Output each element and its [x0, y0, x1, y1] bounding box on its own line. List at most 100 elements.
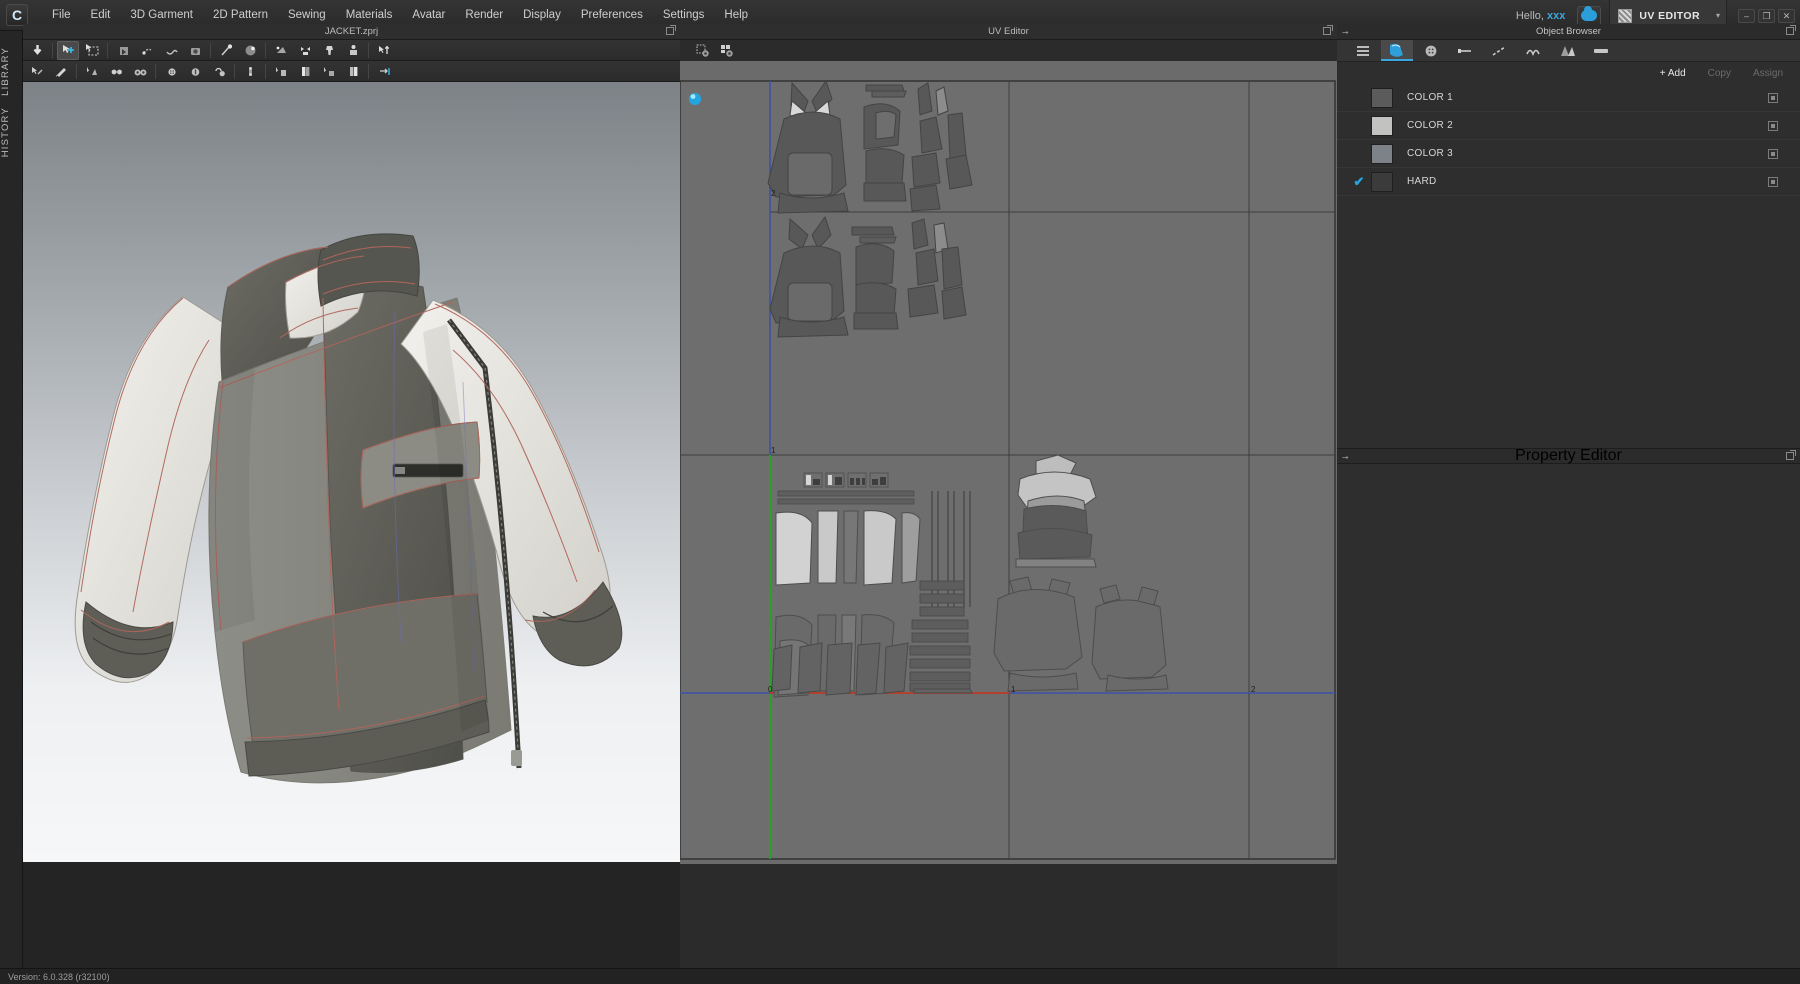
cloud-sync-button[interactable] [1577, 5, 1602, 26]
list-item[interactable]: COLOR 1 [1337, 84, 1800, 112]
color-swatch[interactable] [1371, 87, 1393, 108]
left-vertical-tabstrip: LIBRARY HISTORY [0, 31, 23, 984]
menu-item-display[interactable]: Display [513, 4, 571, 26]
clo3d-application-window: C File Edit 3D Garment 2D Pattern Sewing… [0, 0, 1800, 984]
chevron-down-icon[interactable]: ▾ [1716, 11, 1720, 20]
snap-icon[interactable] [239, 62, 261, 81]
tack-icon[interactable] [160, 41, 182, 60]
zipper-icon[interactable] [208, 62, 230, 81]
right-dock: ➞ Object Browser + Add Copy Assign COLOR… [1337, 24, 1800, 984]
select-mesh-icon[interactable] [26, 41, 48, 60]
close-button[interactable]: ✕ [1778, 8, 1795, 23]
button-icon[interactable] [160, 62, 182, 81]
menu-item-render[interactable]: Render [455, 4, 513, 26]
minimize-button[interactable]: – [1738, 8, 1755, 23]
fold-arrange-icon[interactable] [112, 41, 134, 60]
toolbar-separator [210, 42, 211, 58]
float-panel-icon[interactable] [1786, 25, 1796, 35]
mirror-icon[interactable] [373, 41, 395, 60]
toolbar-separator [368, 63, 369, 79]
menu-item-2d-pattern[interactable]: 2D Pattern [203, 4, 278, 26]
maximize-button[interactable]: ❐ [1758, 8, 1775, 23]
binoculars-icon[interactable] [129, 62, 151, 81]
row-options-icon[interactable] [1768, 120, 1778, 131]
symmetric-pattern-icon[interactable] [294, 41, 316, 60]
assign-material-button[interactable]: Assign [1744, 65, 1792, 82]
sphere-brush-icon[interactable] [239, 41, 261, 60]
menu-item-3d-garment[interactable]: 3D Garment [120, 4, 203, 26]
list-item[interactable]: ✔ HARD [1337, 168, 1800, 196]
gizmo-pin-icon[interactable] [215, 41, 237, 60]
trim-icon[interactable] [184, 41, 206, 60]
menu-item-avatar[interactable]: Avatar [402, 4, 455, 26]
copy-material-button[interactable]: Copy [1699, 65, 1740, 82]
topstitch-tab[interactable] [1483, 40, 1515, 61]
texture-icon[interactable] [318, 62, 340, 81]
toolbar-separator [76, 63, 77, 79]
avatar-icon[interactable] [342, 41, 364, 60]
color-swatch[interactable] [1371, 143, 1393, 164]
menu-item-help[interactable]: Help [714, 4, 758, 26]
material-name: HARD [1407, 176, 1437, 187]
graphic-place-icon[interactable] [294, 62, 316, 81]
fabric-tab[interactable] [1381, 40, 1413, 61]
uv-canvas[interactable]: 2 1 0 1 2 [680, 61, 1337, 864]
list-view-tab[interactable] [1347, 40, 1379, 61]
color-swatch[interactable] [1371, 171, 1393, 192]
button-tab[interactable] [1415, 40, 1447, 61]
row-options-icon[interactable] [1768, 148, 1778, 159]
menu-item-preferences[interactable]: Preferences [571, 4, 653, 26]
add-material-button[interactable]: + Add [1651, 65, 1695, 82]
color-swatch[interactable] [1371, 115, 1393, 136]
3d-viewport[interactable] [23, 82, 680, 862]
select-box-icon[interactable] [81, 41, 103, 60]
document-tab-title[interactable]: JACKET.zprj [325, 26, 378, 37]
dock-pin-icon[interactable]: ➞ [1342, 453, 1349, 462]
trace-icon[interactable] [81, 62, 103, 81]
menu-item-materials[interactable]: Materials [336, 4, 403, 26]
buttonhole-icon[interactable] [184, 62, 206, 81]
segment-sew-icon[interactable] [270, 41, 292, 60]
transform-garment-icon[interactable] [57, 40, 79, 60]
uv-axis-label-v1: 1 [771, 446, 776, 455]
menu-item-edit[interactable]: Edit [81, 4, 121, 26]
greeting-username: xxx [1547, 9, 1566, 22]
object-browser-actions: + Add Copy Assign [1337, 62, 1800, 84]
uv-editor-panel: UV Editor 2 1 0 1 2 [680, 24, 1337, 984]
edit-pattern-icon[interactable] [50, 62, 72, 81]
avatar-cut-icon[interactable] [318, 41, 340, 60]
fold-tab[interactable] [1551, 40, 1583, 61]
row-options-icon[interactable] [1768, 176, 1778, 187]
select-pattern-icon[interactable] [26, 62, 48, 81]
dock-pin-icon[interactable]: ➞ [1342, 28, 1349, 37]
menu-item-sewing[interactable]: Sewing [278, 4, 336, 26]
uv-snapshot-icon[interactable] [691, 41, 713, 60]
sidebar-tab-library[interactable]: LIBRARY [0, 39, 23, 104]
zipper-tab[interactable] [1449, 40, 1481, 61]
pin-icon[interactable] [136, 41, 158, 60]
measure-icon[interactable] [373, 62, 395, 81]
list-item[interactable]: COLOR 2 [1337, 112, 1800, 140]
menu-item-settings[interactable]: Settings [653, 4, 715, 26]
toolbar-separator [107, 42, 108, 58]
row-check-slot[interactable]: ✔ [1347, 174, 1371, 190]
trim-tab[interactable] [1517, 40, 1549, 61]
float-panel-icon[interactable] [1786, 450, 1796, 460]
uv-export-icon[interactable] [715, 41, 737, 60]
checkmark-icon: ✔ [1353, 173, 1365, 189]
object-browser-title: Object Browser [1536, 26, 1601, 37]
property-editor-body[interactable] [1337, 464, 1800, 984]
list-item[interactable]: COLOR 3 [1337, 140, 1800, 168]
row-options-icon[interactable] [1768, 92, 1778, 103]
material-name: COLOR 1 [1407, 92, 1454, 103]
fold-icon[interactable] [342, 62, 364, 81]
property-editor-title: Property Editor [1515, 447, 1622, 464]
fabric-brush-icon[interactable] [270, 62, 292, 81]
float-panel-icon[interactable] [666, 25, 676, 35]
float-panel-icon[interactable] [1323, 25, 1333, 35]
menu-item-file[interactable]: File [42, 4, 81, 26]
glasses-icon[interactable] [105, 62, 127, 81]
graphic-tab[interactable] [1585, 40, 1617, 61]
material-list: COLOR 1 COLOR 2 COLOR 3 ✔ HARD [1337, 84, 1800, 196]
sidebar-tab-history[interactable]: HISTORY [0, 99, 23, 165]
